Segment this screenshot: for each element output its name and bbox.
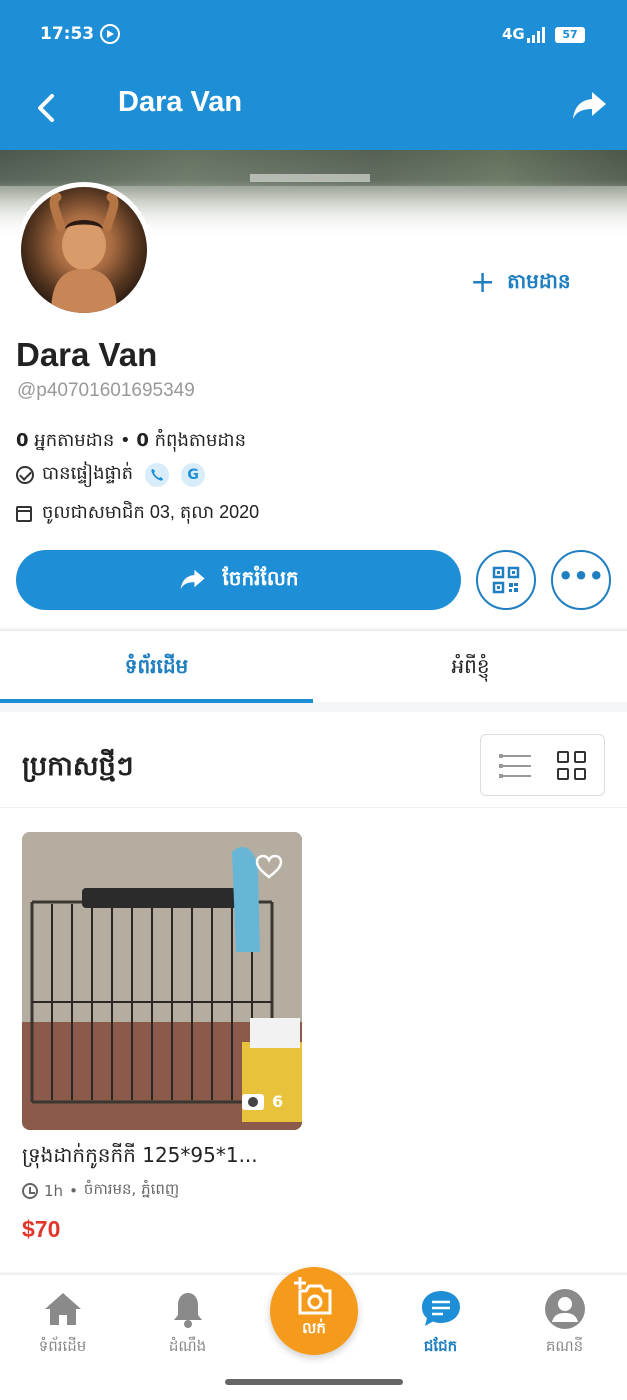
followers-label[interactable]: អ្នកតាមដាន — [34, 430, 114, 451]
profile-handle: @p40701601695349 — [17, 380, 195, 401]
clock-icon — [22, 1183, 38, 1199]
nav-notifications[interactable]: ដំណឹង — [125, 1287, 250, 1359]
nav-account[interactable]: គណនី — [502, 1287, 627, 1359]
section-title: ប្រកាសថ្មីៗ — [22, 751, 134, 782]
share-icon — [181, 569, 205, 590]
nav-account-label: គណនី — [545, 1337, 584, 1355]
listings-section: ប្រកាសថ្មីៗ 6 ទ្រុងដាក់កូនកីកី 125*95*1.… — [0, 712, 627, 1272]
favorite-icon[interactable] — [254, 852, 284, 882]
nav-chat[interactable]: ជជែក — [378, 1287, 503, 1359]
listing-location: ចំការមន, ភ្នំពេញ — [83, 1180, 180, 1198]
bell-icon — [166, 1287, 210, 1331]
follow-stats: 0 អ្នកតាមដាន • 0 កំពុងតាមដាន — [16, 430, 246, 451]
chat-icon — [419, 1287, 463, 1331]
listings-header: ប្រកាសថ្មីៗ — [0, 712, 627, 808]
follow-button[interactable]: + តាមដាន — [470, 268, 571, 298]
status-time: 17:53 — [40, 24, 95, 44]
listing-card[interactable]: 6 ទ្រុងដាក់កូនកីកី 125*95*1... 1h • ចំកា… — [22, 832, 302, 1243]
phone-icon — [145, 462, 170, 487]
signal-icon — [527, 27, 547, 43]
followers-count[interactable]: 0 — [16, 430, 29, 451]
listing-time: 1h — [44, 1182, 64, 1200]
network-type: 4G — [502, 25, 525, 43]
following-label[interactable]: កំពុងតាមដាន — [155, 430, 246, 451]
google-icon: G — [181, 462, 206, 487]
view-toggle — [480, 734, 605, 796]
plus-icon: + — [470, 265, 496, 300]
sync-icon — [100, 24, 120, 44]
account-icon — [543, 1287, 587, 1331]
camera-plus-icon — [294, 1277, 332, 1315]
listing-price: $70 — [22, 1216, 61, 1242]
nav-notifications-label: ដំណឹង — [168, 1337, 207, 1355]
app-bar: Dara Van — [0, 70, 627, 150]
page-title: Dara Van — [118, 86, 243, 118]
joined-row: ចូលជាសមាជិក 03, តុលា 2020 — [16, 500, 259, 527]
grid-view-icon[interactable] — [557, 751, 587, 781]
share-label: ចែករំលែក — [222, 566, 299, 590]
list-view-icon[interactable] — [499, 753, 531, 779]
more-icon: ••• — [557, 562, 605, 590]
photo-count-value: 6 — [272, 1092, 284, 1111]
share-profile-button[interactable]: ចែករំលែក — [16, 550, 461, 610]
check-circle-icon — [16, 465, 34, 484]
gesture-home-bar[interactable] — [225, 1379, 403, 1385]
following-count[interactable]: 0 — [136, 430, 149, 451]
home-icon — [41, 1287, 85, 1331]
tab-home[interactable]: ទំព័រដើម — [0, 631, 313, 703]
verified-row: បានផ្ទៀងផ្ទាត់ G — [16, 461, 206, 488]
nav-home-label: ទំព័រដើម — [38, 1337, 87, 1355]
follow-label: តាមដាន — [507, 269, 571, 293]
verified-label: បានផ្ទៀងផ្ទាត់ — [42, 463, 134, 484]
back-arrow-icon[interactable] — [28, 88, 68, 128]
share-icon[interactable] — [570, 88, 610, 124]
nav-home[interactable]: ទំព័រដើម — [0, 1287, 125, 1359]
nav-chat-label: ជជែក — [423, 1337, 458, 1355]
more-options-button[interactable]: ••• — [551, 550, 611, 610]
sell-label: លក់ — [302, 1319, 326, 1337]
calendar-icon — [16, 505, 32, 522]
sell-button[interactable]: លក់ — [270, 1267, 358, 1355]
camera-icon — [242, 1093, 264, 1110]
listing-title[interactable]: ទ្រុងដាក់កូនកីកី 125*95*1... — [22, 1142, 302, 1172]
qr-code-button[interactable] — [476, 550, 536, 610]
profile-name: Dara Van — [16, 336, 158, 373]
battery-icon: 57 — [555, 27, 585, 43]
profile-tabs: ទំព័រដើម អំពីខ្ញុំ — [0, 630, 627, 703]
qr-code-icon — [492, 566, 520, 594]
listing-photo[interactable]: 6 — [22, 832, 302, 1130]
tab-about[interactable]: អំពីខ្ញុំ — [314, 631, 627, 703]
listing-meta: 1h • ចំការមន, ភ្នំពេញ — [22, 1180, 302, 1202]
joined-date: ចូលជាសមាជិក 03, តុលា 2020 — [42, 502, 260, 522]
photo-count: 6 — [242, 1092, 283, 1111]
status-bar: 17:53 4G 57 — [0, 0, 627, 70]
bottom-nav: ទំព័រដើម ដំណឹង លក់ ជជែក គណនី — [0, 1267, 627, 1400]
avatar[interactable] — [16, 182, 152, 318]
